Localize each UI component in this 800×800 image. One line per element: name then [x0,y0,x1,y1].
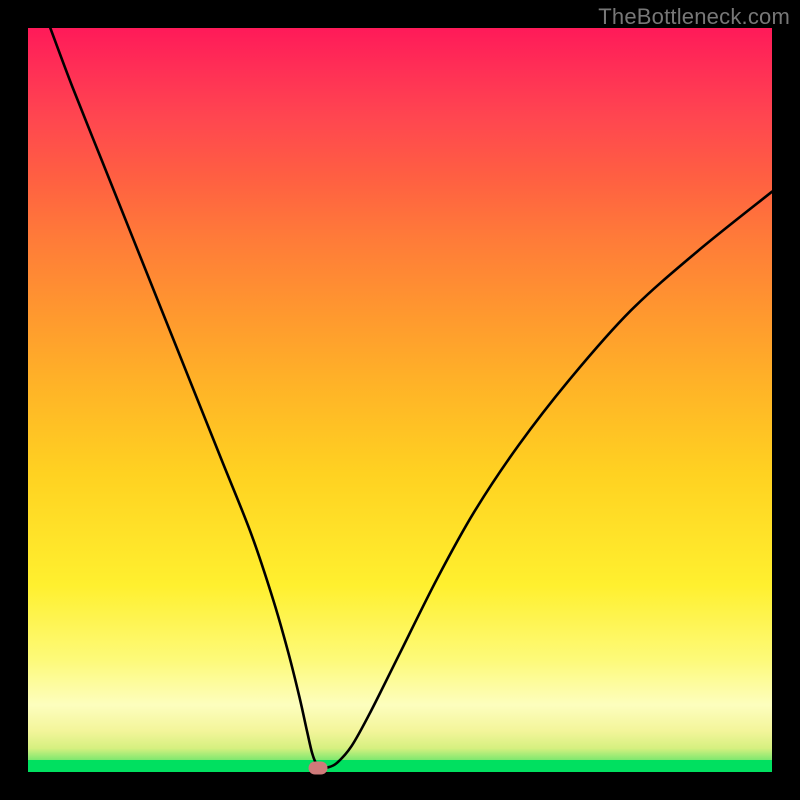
plot-area [28,28,772,772]
bottleneck-curve [28,28,772,772]
chart-frame: TheBottleneck.com [0,0,800,800]
watermark-text: TheBottleneck.com [598,4,790,30]
optimal-marker [309,761,328,774]
